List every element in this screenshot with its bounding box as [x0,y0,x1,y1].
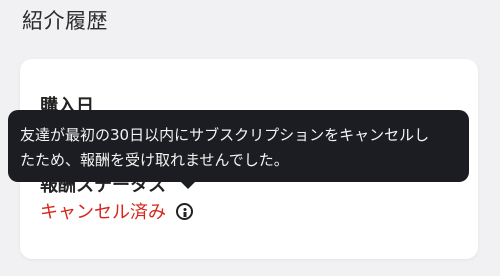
tooltip-line-2: たため、報酬を受け取れませんでした。 [20,151,289,169]
status-value: キャンセル済み [40,202,166,223]
status-tooltip: 友達が最初の30日以内にサブスクリプションをキャンセルし たため、報酬を受け取れ… [8,110,469,182]
info-icon[interactable] [176,202,193,220]
tooltip-arrow [180,181,196,189]
section-title: 紹介履歴 [22,9,108,33]
status-row: キャンセル済み [40,198,193,224]
tooltip-line-1: 友達が最初の30日以内にサブスクリプションをキャンセルし [20,126,430,144]
